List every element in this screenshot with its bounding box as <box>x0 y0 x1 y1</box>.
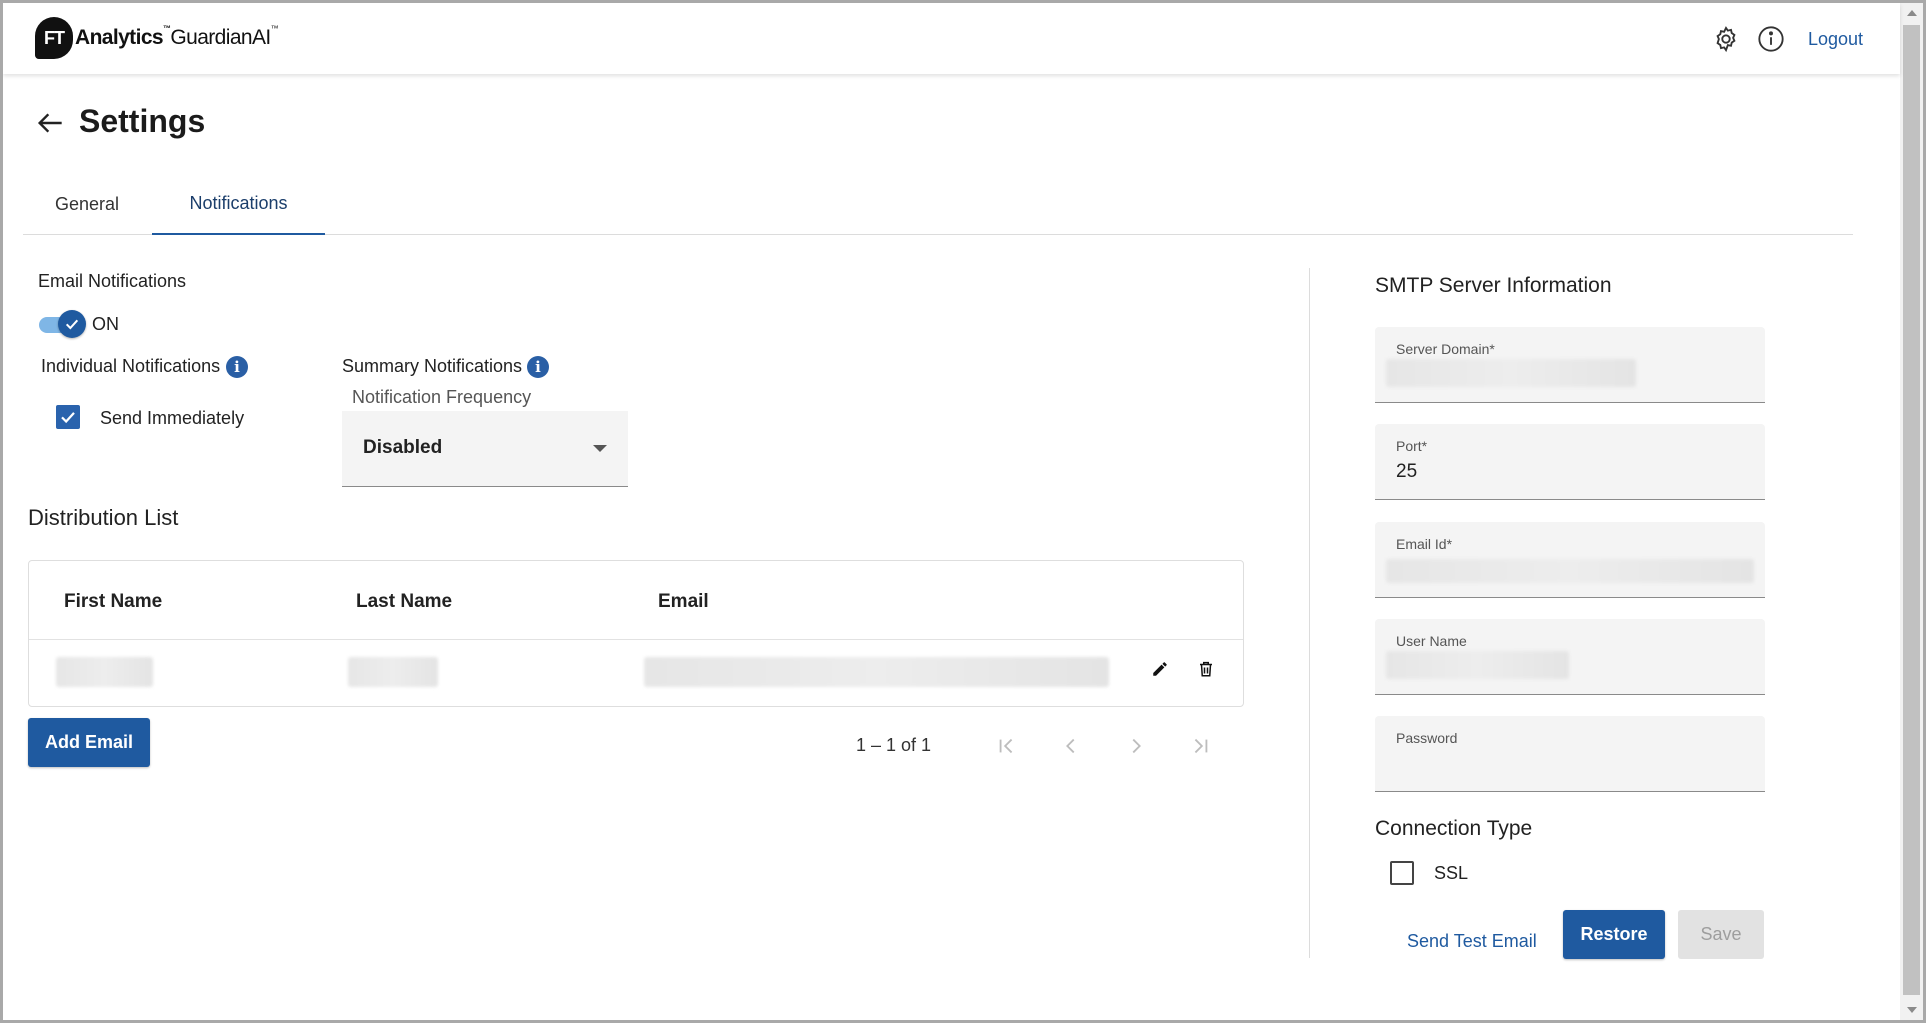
tab-notifications[interactable]: Notifications <box>152 173 325 235</box>
send-test-email-link[interactable]: Send Test Email <box>1407 931 1537 952</box>
previous-page-icon[interactable] <box>1054 729 1088 763</box>
section-divider <box>1309 268 1310 958</box>
top-header: FT Analytics™ GuardianAI™ Logout <box>3 3 1900 74</box>
email-notifications-title: Email Notifications <box>38 271 187 291</box>
app-logo: FT Analytics™ GuardianAI™ <box>35 17 279 59</box>
send-immediately-label: Send Immediately <box>100 408 245 428</box>
settings-tabs: General Notifications <box>23 173 1853 235</box>
notification-frequency-label: Notification Frequency <box>352 387 532 407</box>
next-page-icon[interactable] <box>1119 729 1153 763</box>
column-header-email[interactable]: Email <box>658 591 709 613</box>
delete-trash-icon[interactable] <box>1193 656 1219 682</box>
info-icon[interactable] <box>1756 24 1786 54</box>
edit-pencil-icon[interactable] <box>1147 656 1173 682</box>
ssl-checkbox[interactable] <box>1390 861 1414 885</box>
redacted-user-name <box>1386 651 1569 679</box>
individual-info-icon[interactable]: i <box>226 356 248 378</box>
pagination-range: 1 – 1 of 1 <box>856 735 932 755</box>
port-value: 25 <box>1396 461 1418 482</box>
page-title: Settings <box>79 103 206 139</box>
logo-badge: FT <box>35 17 73 59</box>
user-name-field[interactable]: User Name <box>1375 619 1765 695</box>
ssl-label: SSL <box>1434 863 1469 883</box>
scroll-down-icon[interactable] <box>1900 1000 1923 1020</box>
restore-button[interactable]: Restore <box>1563 910 1665 959</box>
summary-notifications-label: Summary Notifications <box>342 356 523 376</box>
server-domain-label: Server Domain* <box>1396 341 1495 357</box>
column-header-first-name[interactable]: First Name <box>64 591 162 613</box>
email-notifications-toggle[interactable] <box>37 309 87 339</box>
password-label: Password <box>1396 730 1458 746</box>
header-divider <box>29 639 1243 640</box>
send-immediately-checkbox[interactable] <box>56 405 80 429</box>
port-label: Port* <box>1396 438 1428 454</box>
redacted-first-name <box>56 657 153 687</box>
password-field[interactable]: Password <box>1375 716 1765 792</box>
server-domain-field[interactable]: Server Domain* <box>1375 327 1765 403</box>
tab-general[interactable]: General <box>23 173 151 235</box>
scroll-up-icon[interactable] <box>1900 3 1923 23</box>
last-page-icon[interactable] <box>1183 729 1217 763</box>
back-arrow-icon[interactable] <box>35 107 67 139</box>
logout-link[interactable]: Logout <box>1808 29 1863 50</box>
notification-frequency-select[interactable]: Disabled <box>342 411 628 487</box>
save-button[interactable]: Save <box>1678 910 1764 959</box>
add-email-button[interactable]: Add Email <box>28 718 150 767</box>
column-header-last-name[interactable]: Last Name <box>356 591 452 613</box>
distribution-list-title: Distribution List <box>28 505 179 530</box>
first-page-icon[interactable] <box>990 729 1024 763</box>
logo-product: GuardianAI™ <box>170 24 279 49</box>
page-scrollbar[interactable] <box>1900 3 1923 1020</box>
scrollbar-thumb[interactable] <box>1903 25 1920 995</box>
redacted-last-name <box>348 657 438 687</box>
redacted-server-domain <box>1386 359 1636 387</box>
individual-notifications-label: Individual Notifications <box>41 356 221 376</box>
summary-info-icon[interactable]: i <box>527 356 549 378</box>
redacted-email <box>644 657 1109 687</box>
chevron-down-icon <box>593 445 607 452</box>
distribution-table: First Name Last Name Email <box>28 560 1244 707</box>
notification-frequency-value: Disabled <box>363 437 443 458</box>
email-id-field[interactable]: Email Id* <box>1375 522 1765 598</box>
smtp-section-title: SMTP Server Information <box>1375 274 1612 297</box>
connection-type-title: Connection Type <box>1375 817 1533 840</box>
user-name-label: User Name <box>1396 633 1467 649</box>
email-id-label: Email Id* <box>1396 536 1453 552</box>
toggle-thumb <box>58 310 86 338</box>
logo-brand: Analytics™ <box>75 24 171 49</box>
redacted-email-id <box>1386 559 1754 583</box>
port-field[interactable]: Port* 25 <box>1375 424 1765 500</box>
toggle-state-label: ON <box>92 314 119 334</box>
app-window: FT Analytics™ GuardianAI™ Logout Setting… <box>0 0 1926 1023</box>
gear-icon[interactable] <box>1711 24 1741 54</box>
